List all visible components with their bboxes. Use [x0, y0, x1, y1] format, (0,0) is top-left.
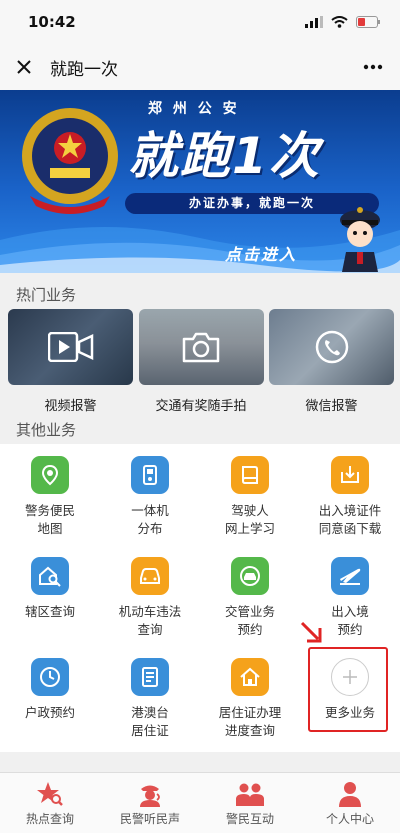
video-call-icon [47, 332, 93, 362]
service-label: 户政预约 [24, 705, 75, 720]
close-button[interactable] [12, 55, 36, 79]
camera-icon [182, 332, 220, 363]
kiosk-icon [131, 456, 169, 494]
hot-section-title: 热门业务 [16, 286, 77, 304]
title-bar: 就跑一次 [0, 44, 400, 90]
book-icon [231, 456, 269, 494]
tab-hot-query[interactable]: 热点查询 [0, 773, 100, 833]
service-vehicle-violation[interactable]: 机动车违法 查询 [100, 557, 200, 639]
people-icon [235, 780, 265, 808]
police-mascot-icon [340, 207, 380, 272]
service-label: 出入境证件 同意函下载 [318, 503, 382, 536]
promo-banner[interactable]: 郑 州 公 安 就跑1次 办证办事，就跑一次 点击进入 [0, 90, 400, 273]
service-label: 驾驶人 网上学习 [224, 503, 275, 536]
tab-label: 个人中心 [325, 811, 374, 826]
hot-item-wechat-report[interactable]: 微信报警 [269, 309, 394, 414]
bottom-tab-bar: 热点查询 民警听民声 警民互动 个人中心 [0, 772, 400, 833]
banner-subtitle: 郑 州 公 安 [148, 101, 240, 117]
service-label: 辖区查询 [24, 604, 75, 619]
status-bar: 10:42 [0, 0, 400, 44]
service-label: 居住证办理 进度查询 [218, 705, 282, 738]
service-driver-study[interactable]: 驾驶人 网上学习 [200, 456, 300, 538]
service-traffic-booking[interactable]: 交管业务 预约 [200, 557, 300, 639]
wifi-icon [331, 16, 348, 28]
download-icon [331, 456, 369, 494]
tab-police-interaction[interactable]: 警民互动 [200, 773, 300, 833]
phone-icon [315, 330, 348, 364]
police-emblem-icon [22, 108, 118, 214]
tab-label: 热点查询 [25, 811, 74, 826]
page-title: 就跑一次 [50, 59, 118, 80]
hot-item-label: 微信报警 [305, 399, 358, 414]
service-label: 交管业务 预约 [224, 604, 275, 637]
tab-label: 警民互动 [225, 811, 274, 826]
service-police-map[interactable]: 警务便民 地图 [0, 456, 100, 538]
tab-label: 民警听民声 [119, 811, 180, 826]
hot-item-traffic-photo[interactable]: 交通有奖随手拍 [138, 309, 264, 414]
service-label: 警务便民 地图 [24, 503, 75, 536]
more-services-highlight [308, 647, 388, 732]
car-check-icon [231, 557, 269, 595]
hot-services: 视频报警 交通有奖随手拍 微信报警 [8, 309, 394, 414]
signal-icon [305, 16, 323, 28]
video-report-image [8, 309, 133, 385]
service-household-booking[interactable]: 户政预约 [0, 658, 100, 722]
service-kiosk[interactable]: 一体机 分布 [100, 456, 200, 538]
battery-icon [356, 16, 380, 28]
status-time: 10:42 [28, 13, 76, 31]
hot-item-label: 交通有奖随手拍 [155, 399, 247, 414]
service-exit-entry-download[interactable]: 出入境证件 同意函下载 [300, 456, 400, 538]
house-search-icon [31, 557, 69, 595]
police-officer-icon [135, 780, 165, 808]
traffic-photo-image [138, 309, 264, 385]
banner-title: 就跑1次 [128, 127, 321, 185]
red-arrow-icon [300, 621, 322, 643]
close-icon [17, 60, 31, 74]
service-district-query[interactable]: 辖区查询 [0, 557, 100, 621]
more-dots-icon [363, 64, 383, 70]
car-icon [131, 557, 169, 595]
airplane-icon [331, 557, 369, 595]
tab-police-listen[interactable]: 民警听民声 [100, 773, 200, 833]
hot-item-label: 视频报警 [44, 399, 97, 414]
map-pin-icon [31, 456, 69, 494]
star-search-icon [35, 780, 65, 808]
service-label: 出入境 预约 [331, 604, 369, 637]
service-label: 一体机 分布 [131, 503, 169, 536]
user-icon [335, 780, 365, 808]
service-residence-progress[interactable]: 居住证办理 进度查询 [200, 658, 300, 740]
document-icon [131, 658, 169, 696]
clock-icon [31, 658, 69, 696]
other-section-title: 其他业务 [16, 421, 77, 439]
more-options-button[interactable] [358, 55, 388, 79]
service-label: 港澳台 居住证 [131, 705, 169, 738]
banner-enter-label[interactable]: 点击进入 [225, 241, 297, 265]
service-hk-macau-taiwan[interactable]: 港澳台 居住证 [100, 658, 200, 740]
tab-personal-center[interactable]: 个人中心 [300, 773, 400, 833]
service-label: 机动车违法 查询 [118, 604, 182, 637]
hot-item-video-report[interactable]: 视频报警 [8, 309, 133, 414]
wechat-report-image [269, 309, 394, 385]
status-icons [305, 16, 380, 28]
home-icon [231, 658, 269, 696]
